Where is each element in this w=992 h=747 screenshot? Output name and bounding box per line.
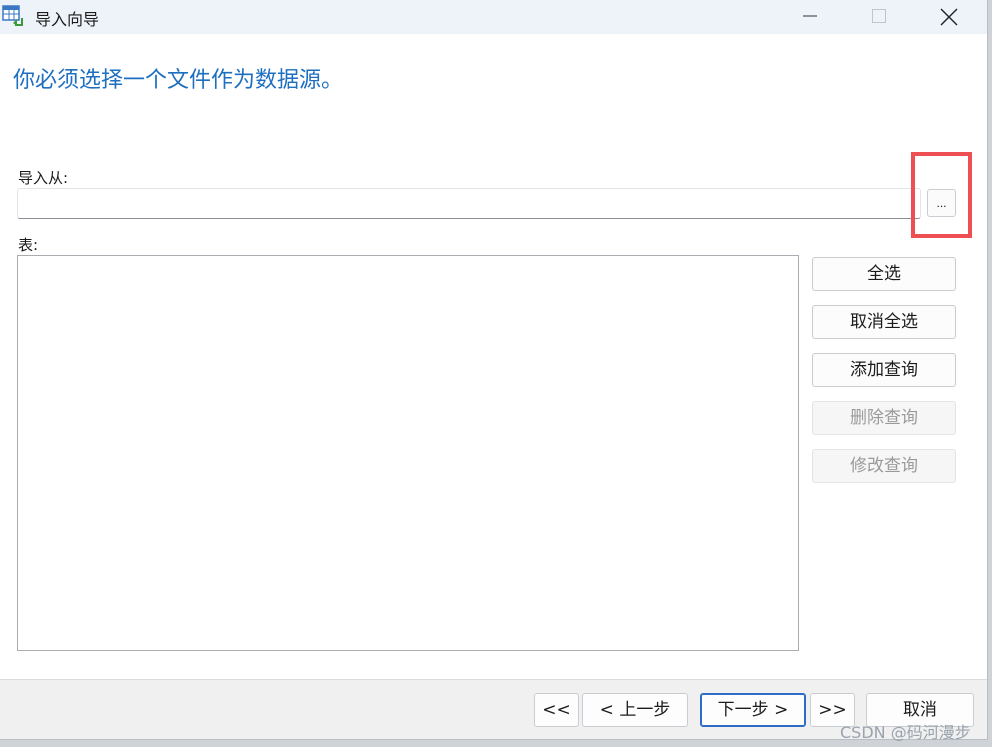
highlight-annotation: [911, 152, 972, 238]
import-wizard-window: 导入向导 你必须选择一个文件作为数据源。 导入从: ... 表: 全选 取消全选…: [0, 0, 988, 740]
tables-list[interactable]: [17, 255, 799, 651]
maximize-icon: [872, 9, 886, 23]
page-heading: 你必须选择一个文件作为数据源。: [13, 68, 344, 93]
title-bar: 导入向导: [0, 0, 987, 34]
next-step-button[interactable]: 下一步 >: [700, 693, 806, 727]
close-button[interactable]: [920, 0, 976, 34]
watermark: CSDN @码河漫步: [840, 723, 971, 742]
tables-label: 表:: [18, 236, 39, 254]
minimize-button[interactable]: [782, 0, 838, 34]
modify-query-button: 修改查询: [812, 449, 956, 483]
select-all-button[interactable]: 全选: [812, 257, 956, 291]
deselect-all-button[interactable]: 取消全选: [812, 305, 956, 339]
maximize-button: [851, 0, 907, 34]
first-step-button[interactable]: <<: [534, 693, 579, 727]
close-icon: [940, 8, 958, 26]
window-title: 导入向导: [35, 10, 100, 29]
import-from-label: 导入从:: [18, 169, 69, 187]
minimize-icon: [803, 15, 817, 17]
previous-step-button[interactable]: < 上一步: [582, 693, 688, 727]
delete-query-button: 删除查询: [812, 401, 956, 435]
wizard-footer: << < 上一步 下一步 > >> 取消: [0, 679, 987, 739]
import-from-input[interactable]: [17, 188, 921, 219]
table-import-icon: [2, 5, 24, 27]
add-query-button[interactable]: 添加查询: [812, 353, 956, 387]
